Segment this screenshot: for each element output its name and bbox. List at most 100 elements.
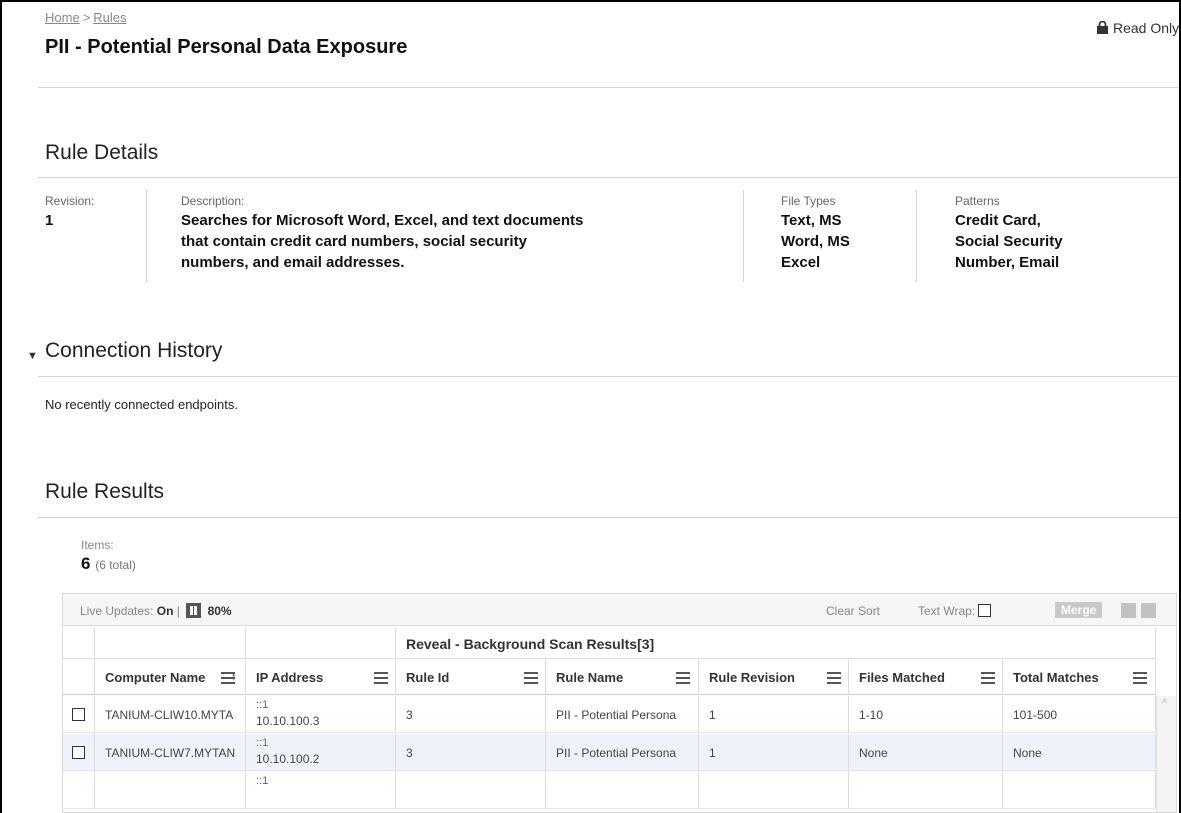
group-header-blank [95, 627, 246, 659]
merge-button[interactable]: Merge [1055, 602, 1103, 618]
row-checkbox[interactable] [72, 708, 85, 721]
clear-sort-link[interactable]: Clear Sort [826, 604, 880, 618]
computer-name: TANIUM-CLIW10.MYTA [105, 708, 234, 722]
rule-revision: 1 [709, 746, 716, 760]
column-header-label: Computer Name [105, 670, 206, 685]
ip-address-cell: ::110.10.100.2 [246, 734, 396, 771]
items-total: (6 total) [95, 558, 136, 572]
copy-icon[interactable] [1141, 603, 1156, 618]
file-types-label: File Types [781, 194, 836, 208]
file-types-line: Text, MS [781, 212, 842, 229]
column-header-total-matches[interactable]: Total Matches [1003, 660, 1156, 695]
rule-revision-cell [699, 772, 849, 809]
column-header-files-matched[interactable]: Files Matched [849, 660, 1003, 695]
computer-name: TANIUM-CLIW7.MYTAN [105, 746, 236, 760]
column-header-computer-name[interactable]: Computer Name ↑ [95, 660, 246, 695]
column-header-label: Files Matched [859, 670, 945, 685]
text-wrap-checkbox[interactable] [978, 604, 992, 617]
rule-revision-cell: 1 [699, 734, 849, 771]
rule-name-cell: PII - Potential Persona [546, 696, 699, 733]
column-header-rule-revision[interactable]: Rule Revision [699, 660, 849, 695]
total-matches: None [1013, 746, 1042, 760]
row-select-cell [63, 772, 95, 809]
files-matched-cell: None [849, 734, 1003, 771]
column-header-label: IP Address [256, 670, 324, 685]
results-grid: Live Updates: On | 80% Clear Sort Text W… [62, 593, 1177, 813]
connection-history-title[interactable]: Connection History [45, 339, 222, 363]
patterns-label: Patterns [955, 194, 1000, 208]
column-menu-icon[interactable] [524, 672, 538, 684]
live-updates-value[interactable]: On [157, 604, 174, 618]
live-updates-percent: 80% [207, 604, 232, 618]
row-select-cell [63, 734, 95, 771]
rule-id: 3 [406, 708, 413, 722]
rule-name-cell: PII - Potential Persona [546, 734, 699, 771]
window-frame-left [0, 0, 2, 813]
grid-scrollbar[interactable]: ^ [1156, 696, 1176, 812]
column-menu-icon[interactable] [1133, 672, 1147, 684]
computer-name-cell: TANIUM-CLIW7.MYTAN [95, 734, 246, 771]
column-menu-icon[interactable] [374, 672, 388, 684]
rule-id: 3 [406, 746, 413, 760]
description-line: that contain credit card numbers, social… [181, 233, 527, 250]
table-row[interactable]: ::1 [63, 772, 1156, 809]
file-types-line: Excel [781, 254, 821, 271]
group-header-blank [63, 627, 95, 659]
computer-name-cell: TANIUM-CLIW10.MYTA [95, 696, 246, 733]
items-label: Items: [81, 538, 114, 552]
scroll-up-icon[interactable]: ^ [1162, 698, 1167, 709]
ip-address-loopback: ::1 [256, 775, 269, 787]
rule-results-title: Rule Results [45, 480, 165, 503]
page-title: PII - Potential Personal Data Exposure [45, 36, 408, 58]
group-header-reveal: Reveal - Background Scan Results[3] [396, 627, 1156, 659]
total-matches-cell: 101-500 [1003, 696, 1156, 733]
column-header-ip-address[interactable]: IP Address [246, 660, 396, 695]
items-count: 6 (6 total) [81, 554, 136, 574]
column-menu-icon[interactable] [827, 672, 841, 684]
revision-value: 1 [45, 212, 54, 229]
export-icon[interactable] [1121, 603, 1136, 618]
select-column-header [63, 660, 95, 695]
row-select-cell [63, 696, 95, 733]
grid-toolbar: Live Updates: On | 80% Clear Sort Text W… [63, 594, 1176, 626]
column-menu-icon[interactable] [676, 672, 690, 684]
table-row[interactable]: TANIUM-CLIW10.MYTA ::1 10.10.100.3 3 PII … [63, 696, 1156, 733]
toolbar-separator: | [176, 604, 180, 618]
column-header-rule-id[interactable]: Rule Id [396, 660, 546, 695]
row-checkbox[interactable] [72, 746, 85, 759]
ip-address-loopback: ::1 [256, 737, 269, 749]
column-menu-icon[interactable] [221, 672, 235, 684]
column-header-rule-name[interactable]: Rule Name [546, 660, 699, 695]
file-types-value: Text, MS Word, MS Excel [781, 210, 850, 273]
caret-down-icon[interactable]: ▼ [27, 350, 38, 362]
breadcrumb-separator: > [82, 10, 91, 25]
connection-history-divider [38, 376, 1178, 377]
rule-details-title: Rule Details [45, 141, 159, 164]
window-frame-top [0, 0, 1181, 2]
breadcrumb-rules-link[interactable]: Rules [93, 10, 126, 25]
pause-icon[interactable] [186, 603, 202, 618]
ip-address-value: 10.10.100.3 [256, 714, 320, 728]
description-value: Searches for Microsoft Word, Excel, and … [181, 210, 583, 273]
rule-id-cell: 3 [396, 696, 546, 733]
total-matches: 101-500 [1013, 708, 1058, 722]
file-types-line: Word, MS [781, 233, 850, 250]
description-line: numbers, and email addresses. [181, 254, 405, 271]
group-header-blank [246, 627, 396, 659]
patterns-line: Credit Card, [955, 212, 1041, 229]
connection-history-empty: No recently connected endpoints. [45, 397, 238, 412]
patterns-line: Number, Email [955, 254, 1060, 271]
table-row[interactable]: TANIUM-CLIW7.MYTAN ::110.10.100.2 3 PII … [63, 734, 1156, 771]
details-divider [916, 190, 917, 282]
read-only-indicator: Read Only [1096, 20, 1179, 36]
rule-id-cell: 3 [396, 734, 546, 771]
lock-icon [1097, 21, 1108, 34]
rule-name: PII - Potential Persona [556, 746, 677, 760]
ip-address-cell: ::1 10.10.100.3 [246, 696, 396, 733]
column-menu-icon[interactable] [981, 672, 995, 684]
ip-address-value: 10.10.100.2 [256, 752, 320, 766]
patterns-value: Credit Card, Social Security Number, Ema… [955, 210, 1063, 273]
details-divider [743, 190, 744, 282]
breadcrumb-home-link[interactable]: Home [45, 10, 80, 25]
header-divider [38, 87, 1178, 88]
